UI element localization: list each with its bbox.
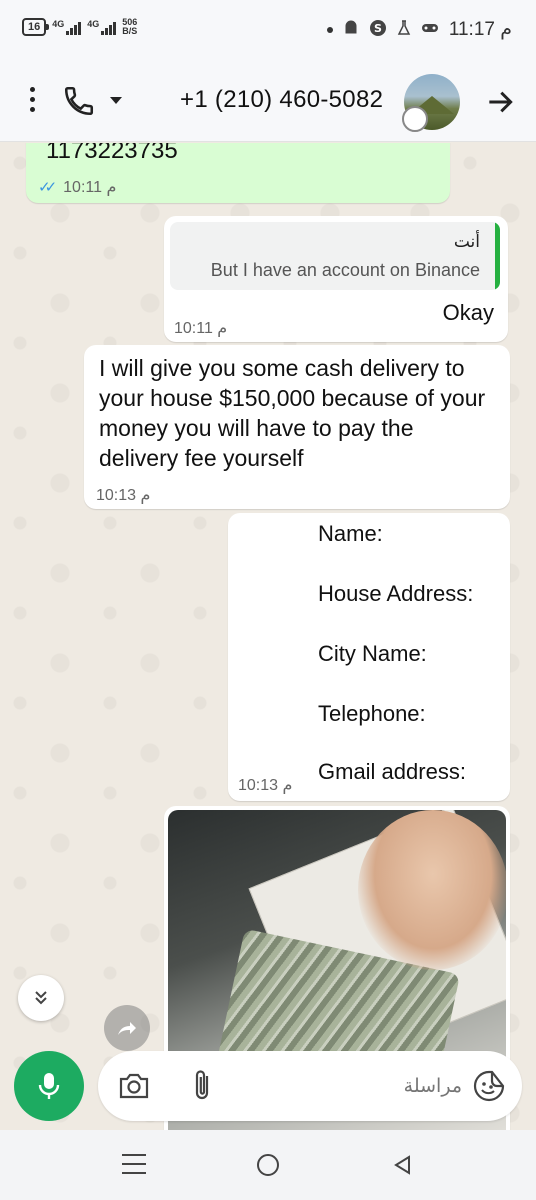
s-app-icon: S — [369, 19, 387, 40]
status-left: 16 4G 4G 506 B/S — [22, 18, 137, 36]
forward-icon[interactable] — [104, 1005, 150, 1051]
message-text: Okay — [442, 300, 494, 325]
message-composer[interactable] — [98, 1051, 522, 1121]
form-line-telephone: Telephone: — [318, 701, 426, 726]
form-line-name: Name: — [318, 521, 383, 546]
quote-text: But I have an account on Binance — [210, 260, 480, 280]
message-time: 10:11 م — [174, 320, 228, 337]
speed-unit: B/S — [122, 26, 138, 36]
message-time: 10:13 م — [96, 487, 151, 504]
phone-icon[interactable] — [62, 84, 96, 118]
message-meta: ✓✓ 10:11 م — [38, 177, 116, 197]
gamepad-icon — [421, 22, 439, 37]
android-icon — [343, 20, 359, 39]
sticker-icon[interactable] — [472, 1069, 506, 1103]
message-time: 10:11 م — [63, 179, 117, 196]
dropdown-arrow-icon[interactable] — [110, 97, 122, 104]
form-line-gmail-address: Gmail address: — [318, 759, 466, 784]
mic-button[interactable] — [14, 1051, 84, 1121]
network-type-2: 4G — [87, 19, 100, 29]
message-time: 10:13 م — [238, 777, 293, 794]
status-ring-icon — [402, 106, 428, 132]
paperclip-icon[interactable] — [190, 1068, 216, 1104]
quote-author: أنت — [453, 232, 480, 251]
quote-bar — [495, 222, 500, 290]
message-text: I will give you some cash delivery to yo… — [99, 355, 486, 471]
home-icon[interactable] — [257, 1154, 279, 1176]
message-input[interactable] — [238, 1069, 462, 1103]
quoted-message[interactable]: أنت But I have an account on Binance — [170, 222, 500, 290]
scroll-down-icon[interactable] — [18, 975, 64, 1021]
read-ticks-icon: ✓✓ — [38, 179, 57, 196]
chat-area[interactable]: 1173223735 ✓✓ 10:11 م أنت But I have an … — [0, 143, 536, 1130]
status-bar: 16 4G 4G 506 B/S S 11:17 م — [0, 0, 536, 60]
message-text: 1173223735 — [46, 143, 178, 164]
contact-name[interactable]: +1 (210) 460-5082 — [180, 86, 383, 114]
lab-flask-icon — [397, 20, 411, 39]
status-right: S 11:17 م — [326, 18, 512, 41]
signal-icon-2: 4G — [87, 19, 117, 35]
recent-apps-icon[interactable] — [122, 1154, 146, 1176]
message-incoming-2[interactable]: Name: House Address: City Name: Telephon… — [228, 513, 510, 801]
network-type-1: 4G — [52, 19, 65, 29]
signal-icon: 4G — [52, 19, 82, 35]
system-nav-bar — [0, 1130, 536, 1200]
camera-icon[interactable] — [118, 1071, 150, 1101]
mic-icon — [38, 1073, 60, 1099]
form-line-house-address: House Address: — [318, 581, 474, 606]
dot-icon — [326, 26, 333, 33]
more-vert-icon[interactable] — [26, 87, 38, 117]
svg-text:S: S — [374, 22, 382, 35]
message-incoming-1[interactable]: I will give you some cash delivery to yo… — [84, 345, 510, 509]
back-arrow-icon[interactable] — [484, 86, 516, 118]
chat-header: +1 (210) 460-5082 — [0, 60, 536, 142]
form-line-city-name: City Name: — [318, 641, 427, 666]
message-outgoing-2[interactable]: أنت But I have an account on Binance Oka… — [164, 216, 508, 342]
clock: 11:17 م — [448, 19, 512, 40]
back-icon[interactable] — [392, 1154, 414, 1176]
battery-indicator: 16 — [22, 18, 50, 36]
network-speed: 506 B/S — [122, 18, 137, 36]
message-outgoing-1[interactable]: 1173223735 ✓✓ 10:11 م — [26, 143, 450, 203]
